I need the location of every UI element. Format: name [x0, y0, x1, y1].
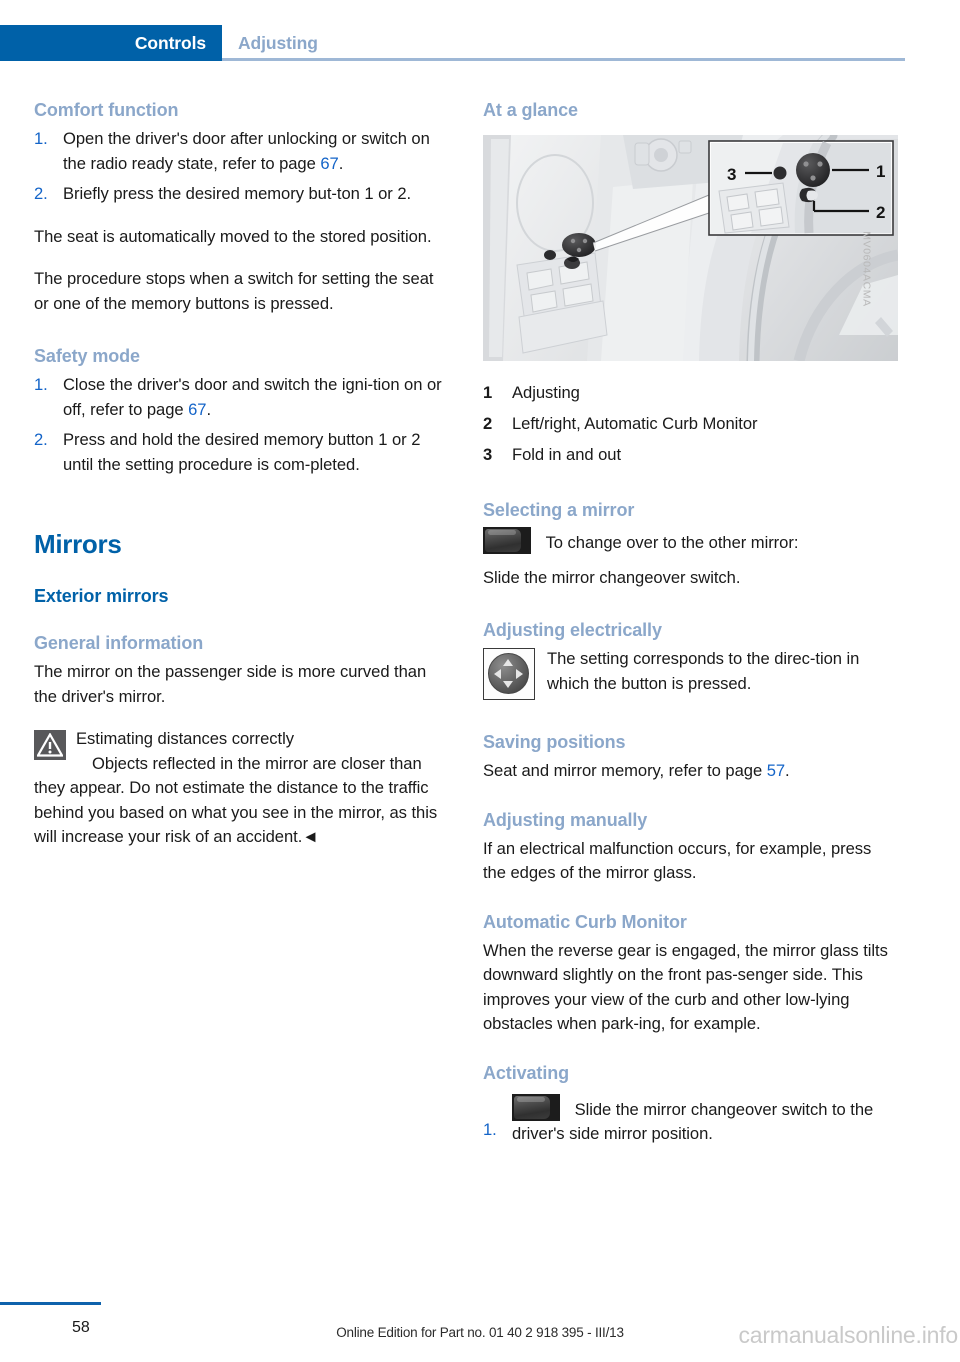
warning-notice: Estimating distances correctly Objects r…	[34, 727, 449, 850]
heading-comfort-function: Comfort function	[34, 100, 179, 120]
heading-selecting-a-mirror: Selecting a mirror	[483, 500, 635, 520]
list-item: 3 Fold in and out	[483, 439, 898, 470]
heading-adjusting-electrically: Adjusting electrically	[483, 620, 662, 640]
step-number: 1.	[483, 1119, 497, 1139]
activating-step: 1. Slide the mirror changeover switch to…	[483, 1093, 898, 1147]
heading-at-a-glance: At a glance	[483, 100, 578, 120]
saving-positions-text-tail: .	[785, 761, 790, 780]
door-panel-illustration: 1 2 3	[483, 135, 898, 361]
list-item: 1. Open the driver's door after unlocking…	[34, 127, 449, 176]
step-text: Briefly press the desired memory but-ton…	[63, 184, 412, 203]
adjusting-manually-body: If an electrical malfunction occurs, for…	[483, 838, 872, 883]
step-number: 2.	[34, 184, 48, 203]
list-item: 2. Briefly press the desired memory but-t…	[34, 182, 449, 207]
selecting-a-mirror-body: Slide the mirror changeover switch.	[483, 567, 741, 587]
page-header: Controls Adjusting	[0, 25, 960, 61]
safety-mode-steps: 1. Close the driver's door and switch the…	[34, 373, 449, 477]
warning-triangle-icon	[34, 730, 66, 760]
page-reference-link[interactable]: 67	[188, 400, 206, 419]
saving-positions-text: Seat and mirror memory, refer to page	[483, 761, 767, 780]
callout-number: 3	[483, 445, 493, 464]
heading-automatic-curb-monitor: Automatic Curb Monitor	[483, 911, 687, 932]
callout-number: 1	[483, 383, 493, 402]
heading-safety-mode: Safety mode	[34, 346, 140, 366]
breadcrumb-chapter-controls[interactable]: Controls	[0, 25, 222, 61]
step-text-tail: .	[206, 399, 212, 419]
page-reference-link[interactable]: 67	[320, 154, 338, 173]
callout-label: Left/right, Automatic Curb Monitor	[512, 414, 758, 433]
step-text: Close the driver's door and switch the i…	[63, 375, 442, 419]
mirror-changeover-switch-icon	[512, 1093, 560, 1121]
heading-general-information: General information	[34, 633, 204, 653]
step-number: 1.	[34, 129, 48, 148]
figure-callout-legend: 1 Adjusting 2 Left/right, Automatic Curb M…	[483, 377, 898, 470]
heading-adjusting-manually: Adjusting manually	[483, 809, 648, 830]
left-column: Comfort function 1. Open the driver's doo…	[34, 100, 449, 850]
page-footer: 58 Online Edition for Part no. 01 40 2 9…	[0, 1292, 960, 1362]
saving-positions-body: Seat and mirror memory, refer to page 57…	[483, 759, 898, 784]
svg-text:3: 3	[727, 165, 736, 184]
selecting-a-mirror-icon-line: To change over to the other mirror:	[483, 527, 898, 556]
warning-end-mark: ◄	[302, 827, 319, 846]
mirror-joystick-icon	[483, 648, 535, 700]
step-number: 1.	[34, 375, 48, 394]
callout-number: 2	[483, 414, 493, 433]
breadcrumb-chapter-label: Controls	[134, 33, 206, 53]
list-item: 1. Close the driver's door and switch the…	[34, 373, 449, 422]
comfort-function-paragraph-2: The procedure stops when a switch for se…	[34, 269, 434, 313]
adjusting-electrically-block: The setting corresponds to the direc-tio…	[483, 647, 898, 702]
adjusting-electrically-body: The setting corresponds to the direc-tio…	[547, 649, 860, 693]
comfort-function-steps: 1. Open the driver's door after unlocking…	[34, 127, 449, 207]
mirror-changeover-switch-icon	[483, 527, 531, 554]
right-column: At a glance 1 2 3 MV0604ACMA 1 Adjusting…	[483, 100, 898, 1147]
figure-mirror-controls: 1 2 3 MV0604ACMA	[483, 135, 898, 367]
heading-activating: Activating	[483, 1062, 570, 1083]
list-item: 1 Adjusting	[483, 377, 898, 408]
list-item: 2. Press and hold the desired memory butt…	[34, 428, 449, 477]
heading-mirrors: Mirrors	[34, 529, 122, 559]
callout-label: Fold in and out	[512, 445, 622, 464]
svg-text:1: 1	[876, 162, 885, 181]
warning-title: Estimating distances correctly	[76, 729, 294, 748]
comfort-function-paragraph-1: The seat is automatically moved to the s…	[34, 226, 432, 246]
heading-saving-positions: Saving positions	[483, 732, 626, 752]
callout-label: Adjusting	[512, 383, 580, 402]
automatic-curb-monitor-body: When the reverse gear is engaged, the mi…	[483, 940, 888, 1034]
page-reference-link[interactable]: 57	[767, 761, 785, 780]
general-information-text: The mirror on the passenger side is more…	[34, 662, 427, 706]
activating-step-text: Slide the mirror changeover switch to th…	[512, 1099, 874, 1144]
svg-text:2: 2	[876, 203, 885, 222]
step-text: Open the driver's door after unlocking o…	[63, 129, 430, 173]
step-number: 2.	[34, 430, 48, 449]
warning-body: Objects reflected in the mirror are clos…	[34, 753, 438, 847]
step-text: Press and hold the desired memory button…	[63, 430, 421, 474]
step-text-tail: .	[338, 153, 344, 173]
list-item: 2 Left/right, Automatic Curb Monitor	[483, 408, 898, 439]
site-watermark: carmanualsonline.info	[738, 1322, 958, 1348]
selecting-a-mirror-icon-text: To change over to the other mirror:	[545, 533, 799, 552]
footer-divider	[0, 1302, 101, 1305]
breadcrumb-section-adjusting[interactable]: Adjusting	[238, 33, 318, 54]
figure-reference-code: MV0604ACMA	[860, 231, 873, 307]
heading-exterior-mirrors: Exterior mirrors	[34, 586, 169, 606]
